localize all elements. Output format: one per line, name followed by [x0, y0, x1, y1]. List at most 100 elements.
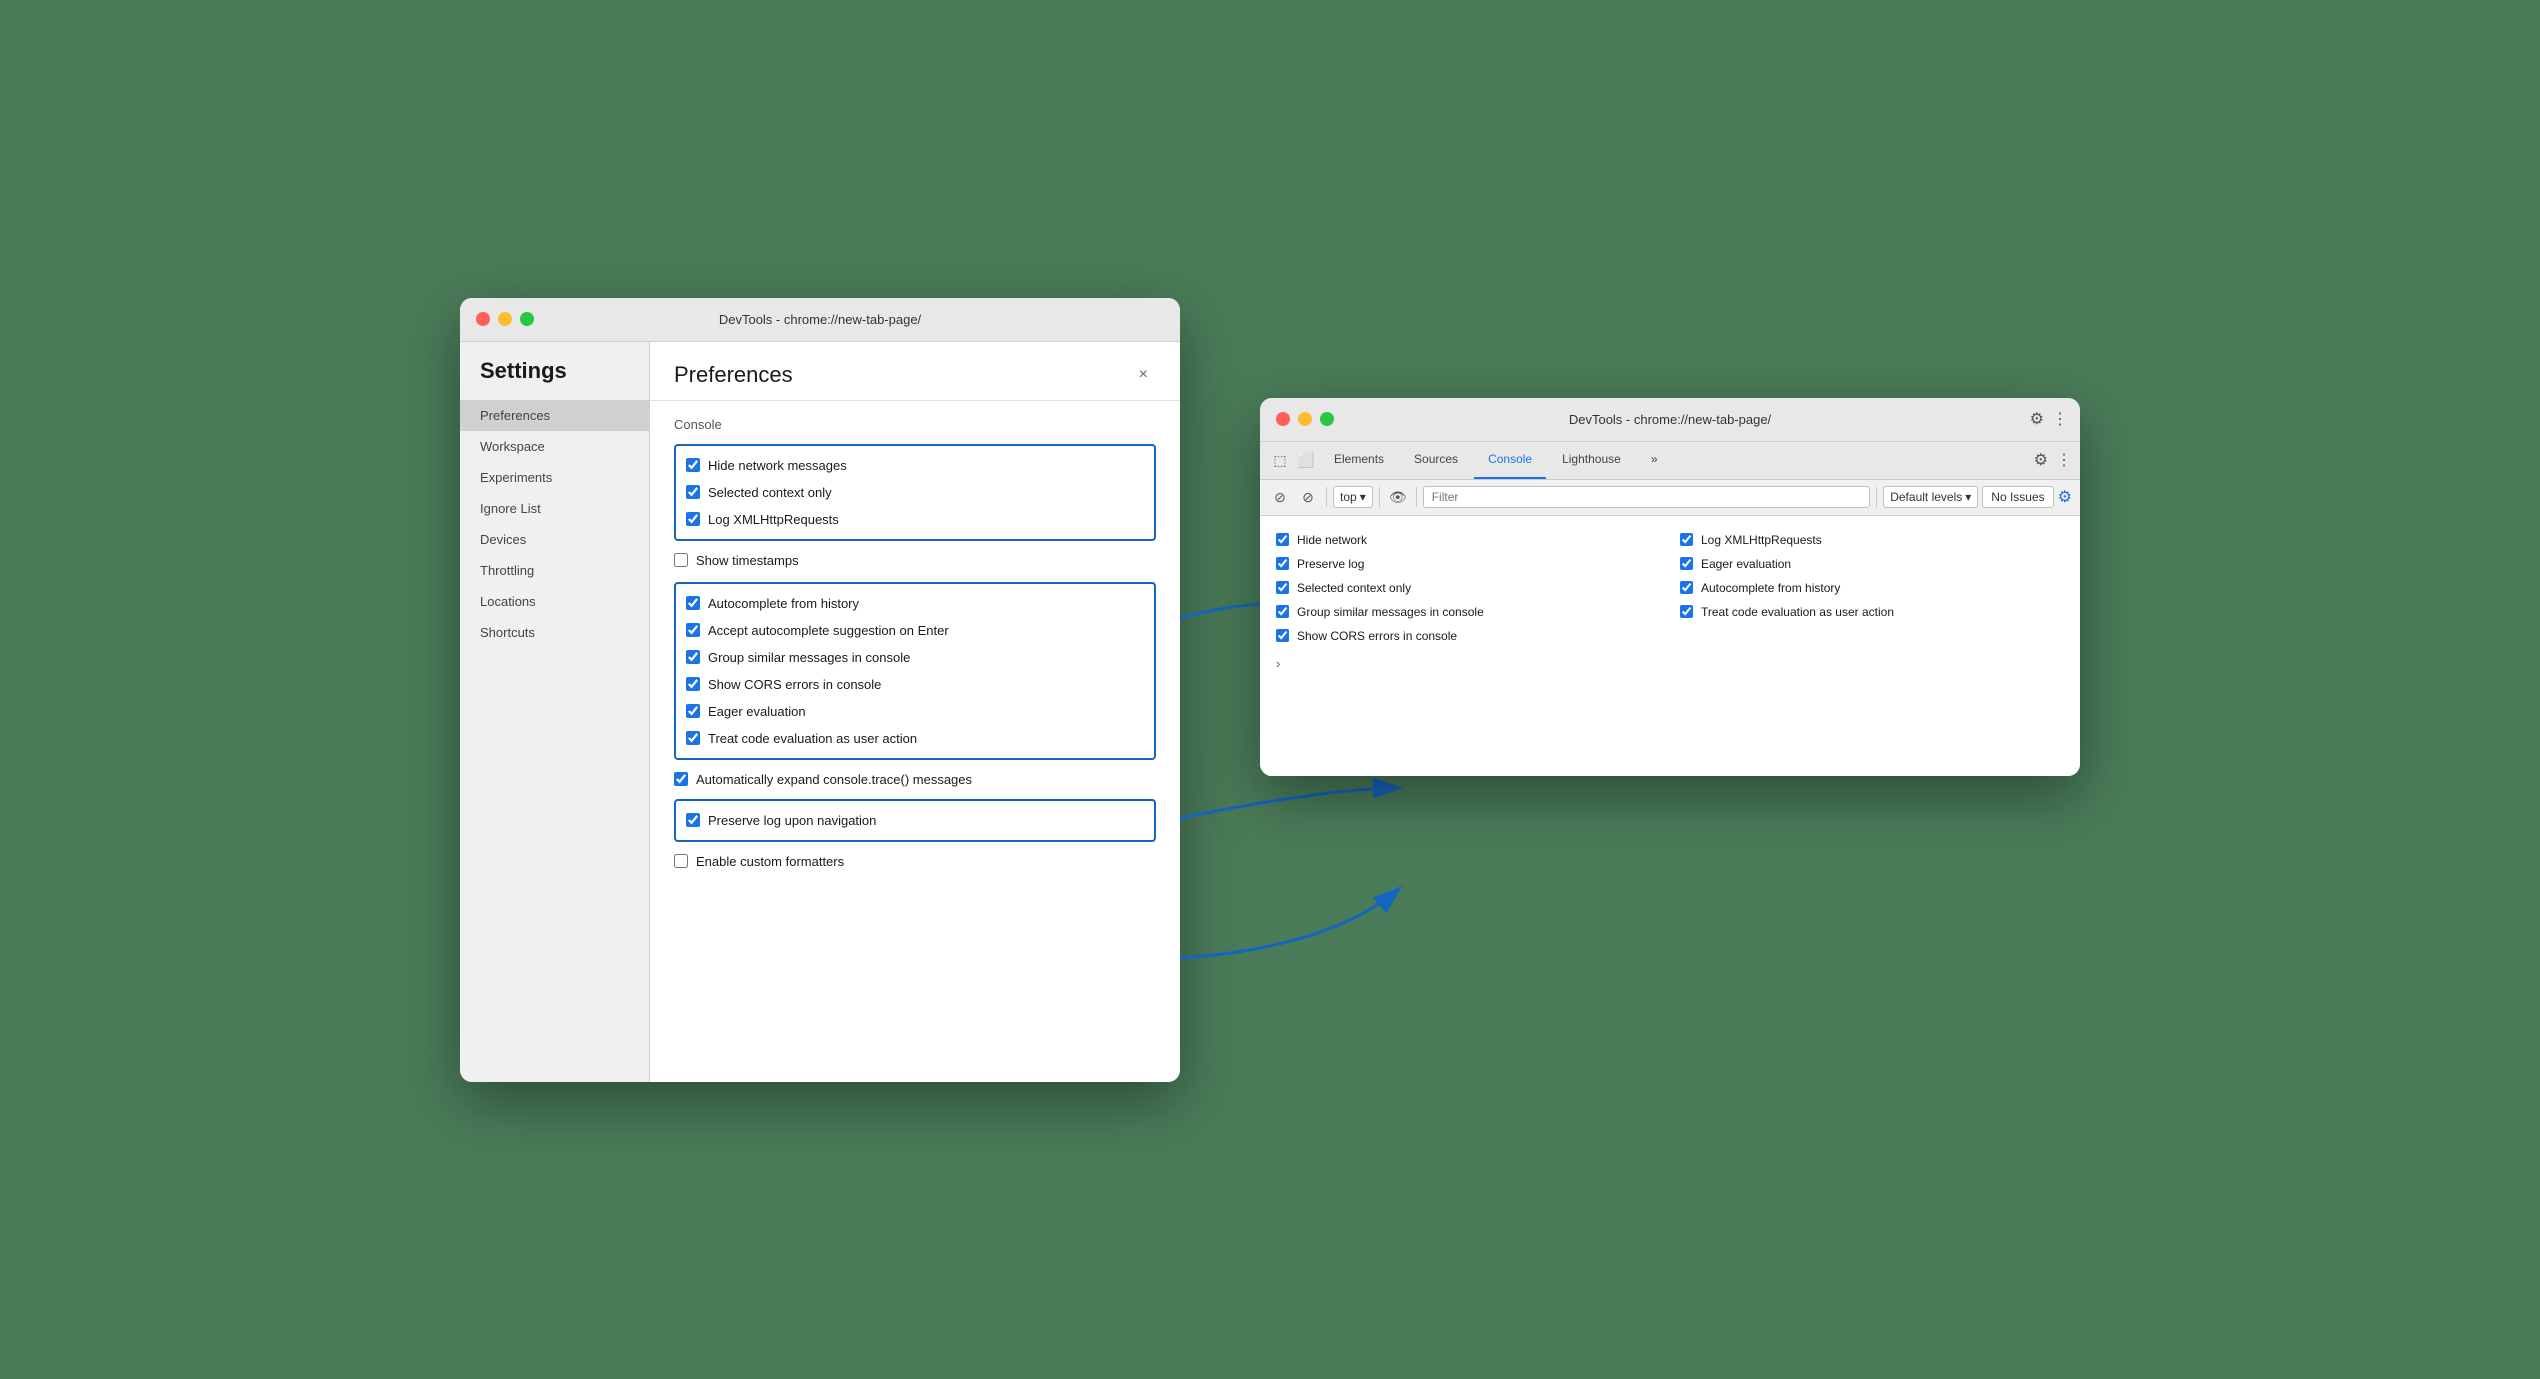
console-body: Hide network Preserve log Selected conte…	[1260, 516, 2080, 776]
checkbox-auto-expand: Automatically expand console.trace() mes…	[674, 766, 1156, 793]
devtools-window: DevTools - chrome://new-tab-page/ ⚙ ⋮ ⬚ …	[1260, 398, 2080, 776]
checkbox-treat-code: Treat code evaluation as user action	[686, 725, 1144, 752]
checkbox-cors-errors-input[interactable]	[686, 677, 700, 691]
checkbox-custom-formatters-input[interactable]	[674, 854, 688, 868]
checkbox-autocomplete-input[interactable]	[686, 596, 700, 610]
checkbox-custom-formatters-label: Enable custom formatters	[696, 854, 844, 869]
console-group-similar-input[interactable]	[1276, 605, 1289, 618]
tab-lighthouse[interactable]: Lighthouse	[1548, 441, 1635, 479]
console-autocomplete-label: Autocomplete from history	[1701, 581, 1840, 595]
console-col-1: Hide network Preserve log Selected conte…	[1276, 528, 1660, 648]
window-controls	[476, 312, 534, 326]
settings-group-3: Preserve log upon navigation	[674, 799, 1156, 842]
checkbox-autocomplete: Autocomplete from history	[686, 590, 1144, 617]
checkbox-auto-expand-input[interactable]	[674, 772, 688, 786]
console-selected-context-label: Selected context only	[1297, 581, 1411, 595]
devtools-gear-icon[interactable]: ⚙	[2030, 409, 2044, 429]
checkbox-selected-context: Selected context only	[686, 479, 1144, 506]
checkbox-log-xml-input[interactable]	[686, 512, 700, 526]
checkbox-preserve-log-input[interactable]	[686, 813, 700, 827]
checkbox-group-similar-input[interactable]	[686, 650, 700, 664]
checkbox-autocomplete-label: Autocomplete from history	[708, 596, 859, 611]
sidebar-item-throttling[interactable]: Throttling	[460, 555, 649, 586]
settings-group-1: Hide network messages Selected context o…	[674, 444, 1156, 541]
devtools-window-controls	[1276, 412, 1334, 426]
clear-console-icon[interactable]: ⊘	[1268, 485, 1292, 509]
checkbox-preserve-log-label: Preserve log upon navigation	[708, 813, 876, 828]
console-hide-network-input[interactable]	[1276, 533, 1289, 546]
checkbox-accept-autocomplete-label: Accept autocomplete suggestion on Enter	[708, 623, 949, 638]
console-eager-eval-input[interactable]	[1680, 557, 1693, 570]
levels-label: Default levels	[1890, 490, 1962, 504]
sidebar-item-locations[interactable]: Locations	[460, 586, 649, 617]
checkbox-treat-code-input[interactable]	[686, 731, 700, 745]
console-eager-eval-label: Eager evaluation	[1701, 557, 1791, 571]
console-log-xml-input[interactable]	[1680, 533, 1693, 546]
console-autocomplete-input[interactable]	[1680, 581, 1693, 594]
console-cors-errors-input[interactable]	[1276, 629, 1289, 642]
close-x-button[interactable]: ×	[1131, 362, 1156, 388]
checkbox-custom-formatters: Enable custom formatters	[674, 848, 1156, 875]
block-icon[interactable]: ⊘	[1296, 485, 1320, 509]
sidebar-item-shortcuts[interactable]: Shortcuts	[460, 617, 649, 648]
tab-sources[interactable]: Sources	[1400, 441, 1472, 479]
checkbox-eager-eval-input[interactable]	[686, 704, 700, 718]
checkbox-show-timestamps-label: Show timestamps	[696, 553, 799, 568]
devtools-close-button[interactable]	[1276, 412, 1290, 426]
checkbox-treat-code-label: Treat code evaluation as user action	[708, 731, 917, 746]
checkbox-show-timestamps-input[interactable]	[674, 553, 688, 567]
console-prompt-area[interactable]: ›	[1276, 648, 2064, 679]
settings-window: DevTools - chrome://new-tab-page/ Settin…	[460, 298, 1180, 1082]
toolbar-divider-1	[1326, 487, 1327, 507]
checkbox-accept-autocomplete-input[interactable]	[686, 623, 700, 637]
device-toolbar-icon[interactable]: ⬜	[1294, 448, 1318, 472]
console-selected-context: Selected context only	[1276, 576, 1660, 600]
tab-more[interactable]: »	[1637, 441, 1672, 479]
console-selected-context-input[interactable]	[1276, 581, 1289, 594]
toolbar-divider-4	[1876, 487, 1877, 507]
sidebar-item-devices[interactable]: Devices	[460, 524, 649, 555]
elements-inspect-icon[interactable]: ⬚	[1268, 448, 1292, 472]
sidebar-item-experiments[interactable]: Experiments	[460, 462, 649, 493]
checkbox-eager-eval-label: Eager evaluation	[708, 704, 806, 719]
checkbox-hide-network: Hide network messages	[686, 452, 1144, 479]
settings-titlebar: DevTools - chrome://new-tab-page/	[460, 298, 1180, 342]
checkbox-log-xml-label: Log XMLHttpRequests	[708, 512, 839, 527]
devtools-settings-icon[interactable]: ⚙	[2034, 450, 2048, 470]
checkbox-cors-errors: Show CORS errors in console	[686, 671, 1144, 698]
tab-elements[interactable]: Elements	[1320, 441, 1398, 479]
settings-heading: Settings	[460, 358, 649, 400]
console-filter-input[interactable]	[1423, 486, 1871, 508]
devtools-minimize-button[interactable]	[1298, 412, 1312, 426]
close-button[interactable]	[476, 312, 490, 326]
context-label: top	[1340, 490, 1357, 504]
console-preserve-log-label: Preserve log	[1297, 557, 1364, 571]
devtools-more-icon[interactable]: ⋮	[2056, 450, 2072, 470]
console-preserve-log: Preserve log	[1276, 552, 1660, 576]
checkbox-selected-context-input[interactable]	[686, 485, 700, 499]
sidebar-item-preferences[interactable]: Preferences	[460, 400, 649, 431]
devtools-maximize-button[interactable]	[1320, 412, 1334, 426]
tab-console[interactable]: Console	[1474, 441, 1546, 479]
checkbox-eager-eval: Eager evaluation	[686, 698, 1144, 725]
eye-icon[interactable]: 👁	[1386, 485, 1410, 509]
devtools-kebab-icon[interactable]: ⋮	[2052, 409, 2068, 429]
maximize-button[interactable]	[520, 312, 534, 326]
sidebar-item-workspace[interactable]: Workspace	[460, 431, 649, 462]
console-settings-gear-icon[interactable]: ⚙	[2058, 487, 2072, 507]
checkbox-show-timestamps: Show timestamps	[674, 547, 1156, 574]
no-issues-badge[interactable]: No Issues	[1982, 486, 2053, 508]
minimize-button[interactable]	[498, 312, 512, 326]
console-treat-code-input[interactable]	[1680, 605, 1693, 618]
console-col-2: Log XMLHttpRequests Eager evaluation Aut…	[1680, 528, 2064, 648]
toolbar-divider-3	[1416, 487, 1417, 507]
context-selector[interactable]: top ▾	[1333, 486, 1373, 508]
console-cors-errors-label: Show CORS errors in console	[1297, 629, 1457, 643]
scene: DevTools - chrome://new-tab-page/ Settin…	[460, 298, 2080, 1082]
default-levels-selector[interactable]: Default levels ▾	[1883, 486, 1978, 508]
checkbox-cors-errors-label: Show CORS errors in console	[708, 677, 881, 692]
checkbox-hide-network-input[interactable]	[686, 458, 700, 472]
console-preserve-log-input[interactable]	[1276, 557, 1289, 570]
levels-chevron: ▾	[1965, 490, 1971, 504]
sidebar-item-ignore-list[interactable]: Ignore List	[460, 493, 649, 524]
